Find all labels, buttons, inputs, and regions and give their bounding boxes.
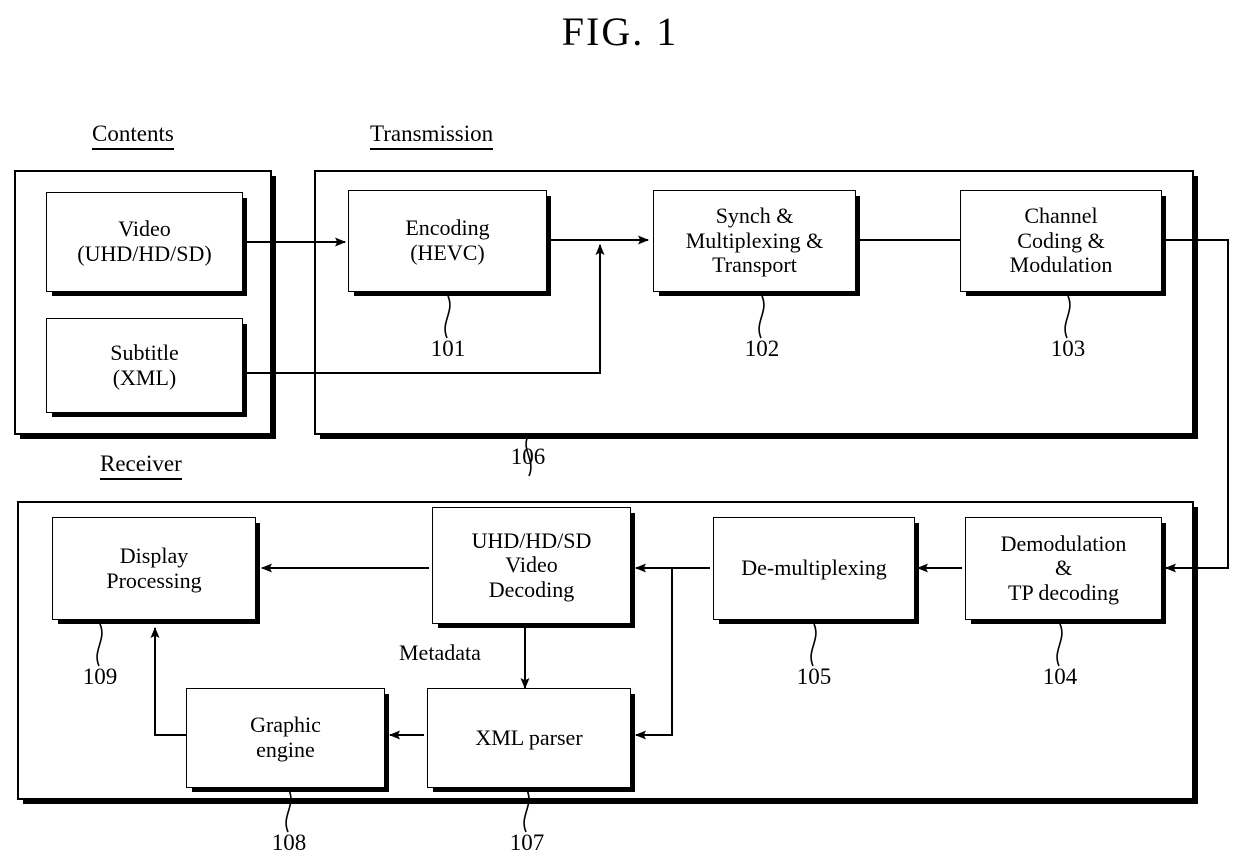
block-synch-multiplexing-transport-label: Synch & Multiplexing & Transport bbox=[685, 203, 824, 278]
block-subtitle[interactable]: Subtitle (XML) bbox=[46, 318, 243, 413]
ref-105: 105 bbox=[796, 664, 832, 689]
ref-104: 104 bbox=[1042, 664, 1078, 689]
block-encoding-label: Encoding (HEVC) bbox=[405, 215, 490, 265]
section-caption-contents: Contents bbox=[92, 121, 174, 151]
block-video-label: Video (UHD/HD/SD) bbox=[77, 216, 212, 266]
ref-103: 103 bbox=[1050, 336, 1086, 361]
block-channel-coding-modulation[interactable]: Channel Coding & Modulation bbox=[960, 190, 1162, 292]
section-caption-receiver: Receiver bbox=[100, 451, 182, 481]
block-graphic-engine-label: Graphic engine bbox=[250, 712, 321, 762]
ref-101: 101 bbox=[430, 336, 466, 361]
block-subtitle-label: Subtitle (XML) bbox=[110, 339, 179, 390]
block-xml-parser[interactable]: XML parser bbox=[427, 688, 631, 788]
block-xml-parser-label: XML parser bbox=[475, 724, 583, 750]
block-channel-coding-modulation-label: Channel Coding & Modulation bbox=[1009, 203, 1113, 278]
ref-108: 108 bbox=[271, 830, 307, 855]
block-demodulation-tp-decoding[interactable]: Demodulation & TP decoding bbox=[965, 517, 1162, 620]
block-video-decoding-label: UHD/HD/SD Video Decoding bbox=[471, 527, 592, 602]
block-demodulation-tp-decoding-label: Demodulation & TP decoding bbox=[1000, 530, 1127, 605]
block-demultiplexing[interactable]: De-multiplexing bbox=[713, 517, 915, 620]
block-encoding[interactable]: Encoding (HEVC) bbox=[348, 190, 547, 292]
block-video[interactable]: Video (UHD/HD/SD) bbox=[46, 192, 243, 292]
block-graphic-engine[interactable]: Graphic engine bbox=[186, 688, 385, 788]
section-caption-transmission: Transmission bbox=[370, 121, 494, 151]
metadata-label: Metadata bbox=[399, 640, 481, 665]
ref-106: 106 bbox=[510, 444, 546, 469]
block-demultiplexing-label: De-multiplexing bbox=[741, 555, 887, 581]
figure-title: FIG. 1 bbox=[561, 9, 679, 54]
block-display-processing[interactable]: Display Processing bbox=[52, 517, 256, 620]
block-video-decoding[interactable]: UHD/HD/SD Video Decoding bbox=[432, 507, 631, 624]
ref-102: 102 bbox=[744, 336, 780, 361]
patent-figure-page: FIG. 1 Contents Transmission Receiver Vi… bbox=[0, 0, 1240, 867]
block-synch-multiplexing-transport[interactable]: Synch & Multiplexing & Transport bbox=[653, 190, 856, 292]
block-display-processing-label: Display Processing bbox=[106, 542, 202, 593]
ref-107: 107 bbox=[509, 830, 545, 855]
ref-109: 109 bbox=[82, 664, 118, 689]
